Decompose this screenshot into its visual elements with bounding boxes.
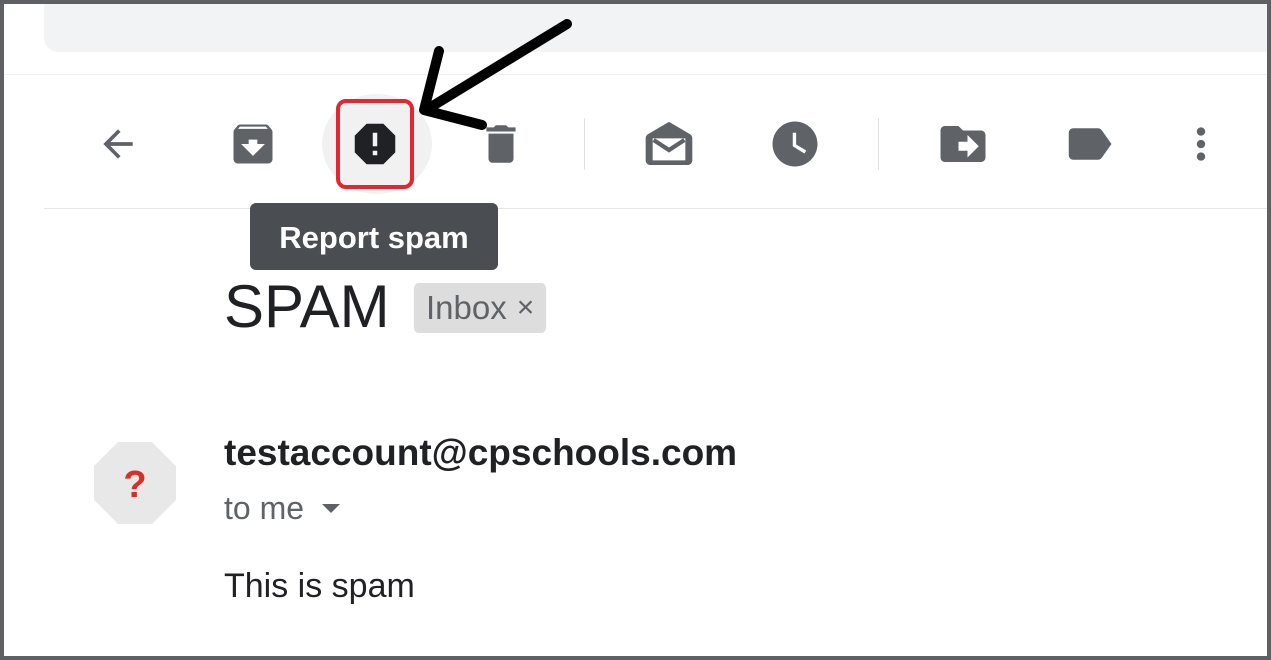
recipient-line[interactable]: to me <box>224 490 341 527</box>
back-button[interactable] <box>90 116 146 172</box>
more-options-button[interactable] <box>1173 116 1229 172</box>
toolbar-divider <box>44 208 1267 209</box>
inbox-label-chip[interactable]: Inbox × <box>414 283 547 333</box>
archive-button[interactable] <box>225 116 281 172</box>
label-icon <box>1062 117 1116 171</box>
chevron-down-icon[interactable] <box>322 504 341 513</box>
snooze-button[interactable] <box>767 116 823 172</box>
clock-icon <box>768 117 822 171</box>
remove-label-icon[interactable]: × <box>517 291 535 325</box>
screenshot-frame: Report spam SPAM Inbox × ? testaccount@c… <box>0 0 1271 660</box>
toolbar-separator <box>878 118 879 170</box>
annotation-highlight-box <box>336 99 414 189</box>
message-subject: SPAM <box>224 273 390 340</box>
annotation-arrow <box>419 19 572 130</box>
move-to-button[interactable] <box>935 116 991 172</box>
avatar-glyph: ? <box>123 464 146 506</box>
arrow-left-icon <box>96 122 140 166</box>
toolbar-separator <box>584 118 585 170</box>
labels-button[interactable] <box>1061 116 1117 172</box>
move-to-icon <box>936 117 990 171</box>
sender-email: testaccount@cpschools.com <box>224 432 738 473</box>
more-vert-icon <box>1176 119 1226 169</box>
recipient-text: to me <box>224 490 305 526</box>
mark-as-unread-icon <box>641 116 697 172</box>
report-spam-tooltip: Report spam <box>250 203 498 270</box>
message-body: This is spam <box>224 567 415 605</box>
search-bar[interactable] <box>44 4 1267 52</box>
avatar: ? <box>94 442 176 524</box>
mark-as-unread-button[interactable] <box>641 116 697 172</box>
top-divider <box>4 74 1267 75</box>
label-chip-text: Inbox <box>426 289 507 326</box>
archive-icon <box>227 118 279 170</box>
